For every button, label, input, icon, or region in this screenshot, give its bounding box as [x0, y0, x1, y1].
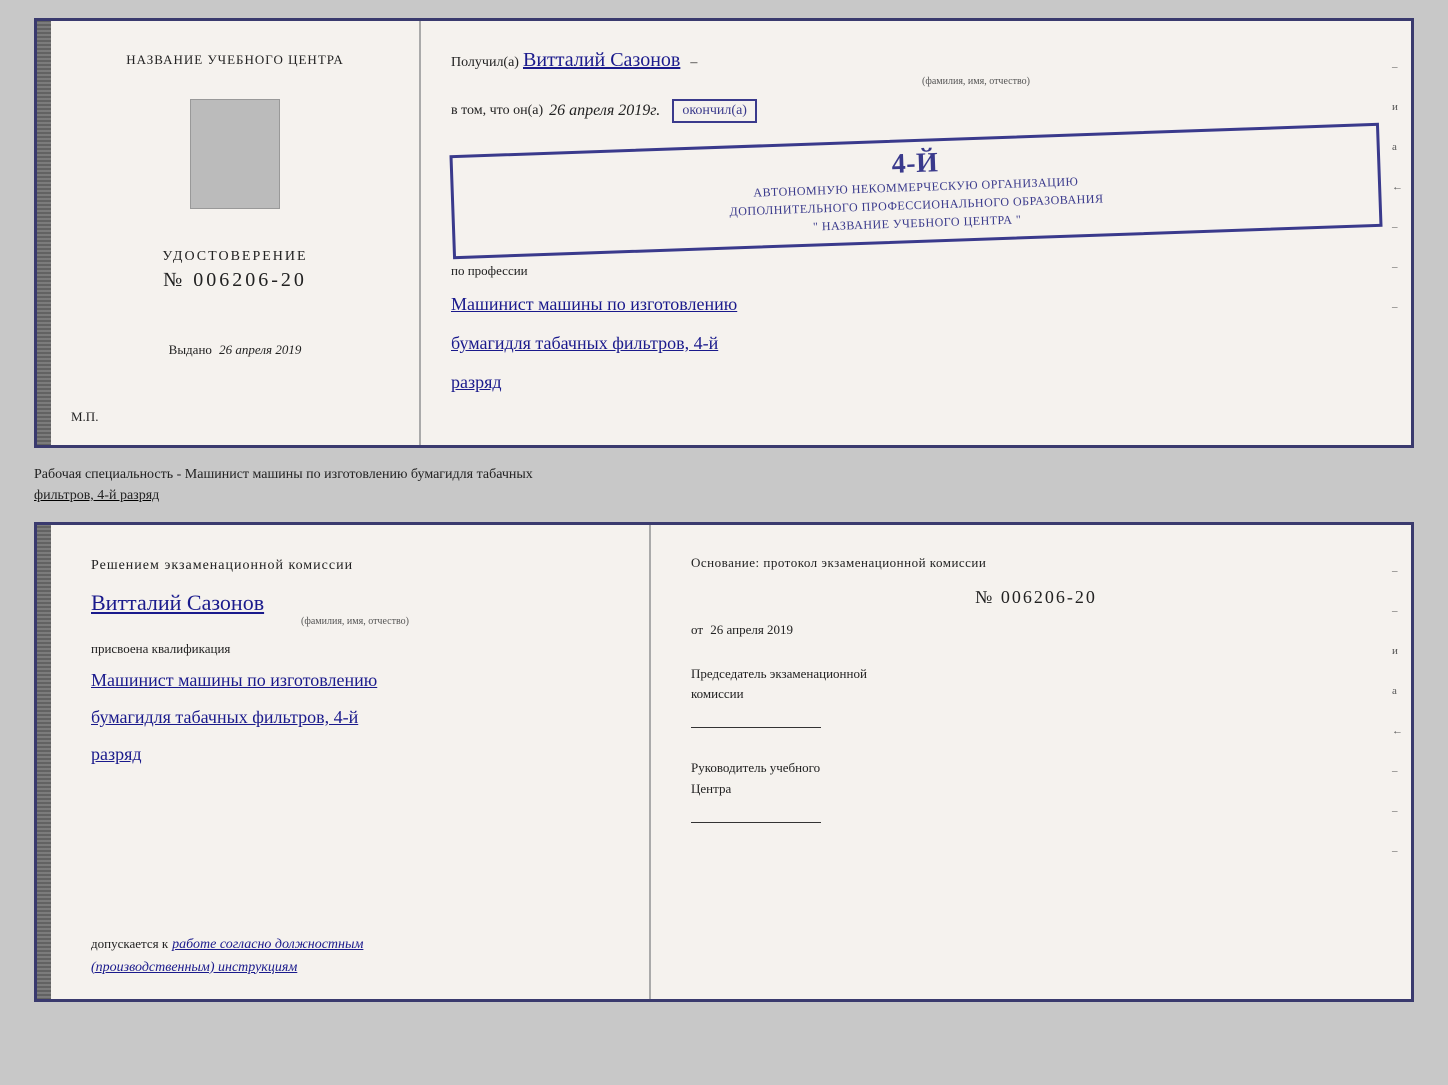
fio-label-top: (фамилия, имя, отчество)	[571, 76, 1381, 87]
sep-line2: фильтров, 4-й разряд	[34, 485, 1414, 506]
certificate-bottom: Решением экзаменационной комиссии Виттал…	[34, 522, 1414, 1002]
dash-top: –	[690, 55, 697, 71]
prot-number: № 006206-20	[691, 587, 1381, 608]
ot-date-block: от 26 апреля 2019	[691, 622, 1381, 638]
predsed-label: Председатель экзаменационной комиссии	[691, 664, 1381, 706]
sep-line2-underline: фильтров, 4-й разряд	[34, 488, 159, 503]
rukov-signature-line	[691, 822, 821, 823]
predsed-signature-line	[691, 727, 821, 728]
kvalif1: Машинист машины по изготовлению	[91, 667, 619, 694]
cert-bottom-left: Решением экзаменационной комиссии Виттал…	[51, 525, 651, 999]
vydano-line: Выдано 26 апреля 2019	[169, 342, 302, 358]
okonchil-label: окончил(а)	[672, 99, 757, 123]
center-label: НАЗВАНИЕ УЧЕБНОГО ЦЕНТРА	[126, 51, 343, 69]
photo-placeholder	[190, 99, 280, 209]
predsed-block: Председатель экзаменационной комиссии	[691, 664, 1381, 731]
prof-handwritten1: Машинист машины по изготовлению	[451, 291, 1381, 318]
separator-text: Рабочая специальность - Машинист машины …	[34, 460, 1414, 510]
poluchil-prefix: Получил(а)	[451, 55, 519, 71]
udost-title: УДОСТОВЕРЕНИЕ	[162, 249, 307, 265]
cert-spine-bottom	[37, 525, 51, 999]
vtom-prefix: в том, что он(а)	[451, 103, 543, 119]
certificate-top: НАЗВАНИЕ УЧЕБНОГО ЦЕНТРА УДОСТОВЕРЕНИЕ №…	[34, 18, 1414, 448]
stamp-block: 4-й АВТОНОМНУЮ НЕКОММЕРЧЕСКУЮ ОРГАНИЗАЦИ…	[449, 123, 1382, 259]
prof-handwritten3: разряд	[451, 369, 1381, 396]
cert-top-right: Получил(а) Витталий Сазонов – (фамилия, …	[421, 21, 1411, 445]
recipient-block-bottom: Витталий Сазонов (фамилия, имя, отчество…	[91, 590, 619, 627]
vydano-date: 26 апреля 2019	[219, 342, 301, 357]
kvalif2: бумагидля табачных фильтров, 4-й	[91, 704, 619, 731]
recipient-name-top: Витталий Сазонов	[523, 49, 680, 72]
osnov-title: Основание: протокол экзаменационной коми…	[691, 553, 1381, 573]
edge-marks-bottom: – – и а ← – – –	[1392, 565, 1403, 857]
rukov-label: Руководитель учебного Центра	[691, 758, 1381, 800]
poluchil-line: Получил(а) Витталий Сазонов –	[451, 49, 1381, 72]
vtom-line: в том, что он(а) 26 апреля 2019г. окончи…	[451, 99, 1381, 123]
cert-top-left: НАЗВАНИЕ УЧЕБНОГО ЦЕНТРА УДОСТОВЕРЕНИЕ №…	[51, 21, 421, 445]
assign-label: присвоена квалификация	[91, 641, 619, 657]
recipient-name-bottom: Витталий Сазонов	[91, 590, 619, 616]
prof-label: по профессии	[451, 263, 1381, 279]
prof-handwritten2: бумагидля табачных фильтров, 4-й	[451, 330, 1381, 357]
fio-label-bottom: (фамилия, имя, отчество)	[91, 616, 619, 627]
udost-number: № 006206-20	[162, 269, 307, 292]
cert-bottom-right: Основание: протокол экзаменационной коми…	[651, 525, 1411, 999]
ot-label: от	[691, 622, 703, 637]
vtom-date: 26 апреля 2019г.	[549, 102, 660, 120]
mp-label: М.П.	[71, 409, 98, 425]
cert-spine-top	[37, 21, 51, 445]
ot-date: 26 апреля 2019	[710, 622, 793, 637]
dopusk-block: допускается к работе согласно должностны…	[91, 934, 619, 979]
udost-block: УДОСТОВЕРЕНИЕ № 006206-20	[162, 249, 307, 292]
sep-line1: Рабочая специальность - Машинист машины …	[34, 464, 1414, 485]
rukov-block: Руководитель учебного Центра	[691, 758, 1381, 825]
vydano-label: Выдано	[169, 342, 212, 357]
kvalif3: разряд	[91, 741, 619, 768]
komissia-title: Решением экзаменационной комиссии	[91, 555, 619, 576]
dopusk-prefix: допускается к	[91, 936, 168, 951]
edge-marks-top: – и а ← – – –	[1392, 61, 1403, 313]
